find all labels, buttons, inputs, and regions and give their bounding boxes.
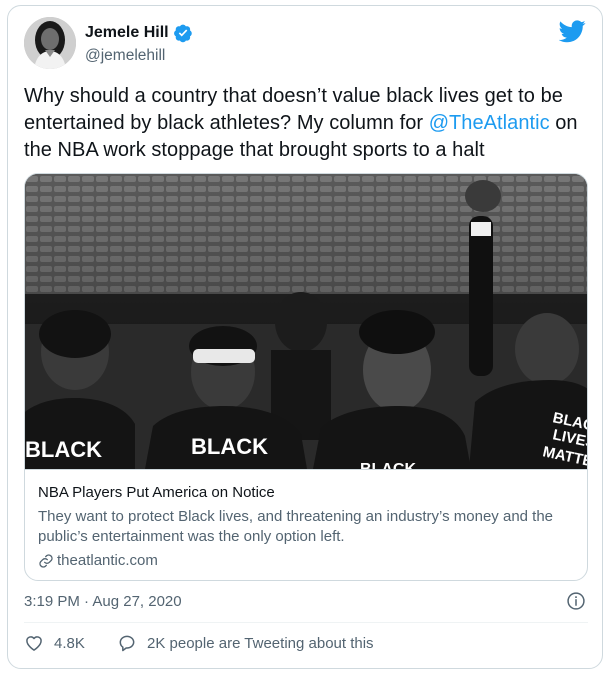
mention-link[interactable]: @TheAtlantic [429, 112, 550, 134]
link-card-image[interactable]: BLACK BLACK BLACK BLACK LIVES MATTER [25, 174, 587, 469]
tweeting-about-text[interactable]: 2K people are Tweeting about this [147, 635, 374, 652]
author-handle[interactable]: @jemelehill [85, 47, 165, 65]
tweet-text: Why should a country that doesn’t value … [24, 83, 590, 164]
link-preview-card[interactable]: BLACK BLACK BLACK BLACK LIVES MATTER NBA… [24, 173, 588, 581]
image-shirt-text-2: BLACK [191, 434, 268, 459]
author-name-row[interactable]: Jemele Hill [85, 23, 193, 43]
card-divider [25, 469, 587, 470]
heart-icon[interactable] [24, 633, 44, 653]
verified-badge-icon [173, 23, 193, 43]
image-shirt-text-1: BLACK [25, 437, 102, 462]
link-card-description: They want to protect Black lives, and th… [38, 508, 554, 545]
like-count: 4.8K [54, 634, 85, 652]
link-card-domain-row[interactable]: theatlantic.com [38, 552, 158, 569]
like-button[interactable]: 4.8K [24, 633, 85, 653]
footer-divider [24, 622, 588, 623]
avatar[interactable] [24, 17, 76, 69]
link-card-domain[interactable]: theatlantic.com [57, 552, 158, 569]
tweet-card: Jemele Hill @jemelehill Why should a cou… [7, 5, 603, 669]
tweet-timestamp[interactable]: 3:19 PM · Aug 27, 2020 [24, 593, 182, 610]
speech-bubble-icon[interactable] [117, 633, 137, 653]
info-icon[interactable] [566, 591, 586, 611]
tweeting-about-link[interactable]: 2K people are Tweeting about this [117, 633, 374, 653]
author-display-name[interactable]: Jemele Hill [85, 24, 169, 42]
link-icon [38, 553, 54, 569]
link-card-title[interactable]: NBA Players Put America on Notice [38, 484, 275, 501]
twitter-bird-icon[interactable] [558, 20, 586, 43]
image-shirt-text-3: BLACK [360, 461, 416, 469]
